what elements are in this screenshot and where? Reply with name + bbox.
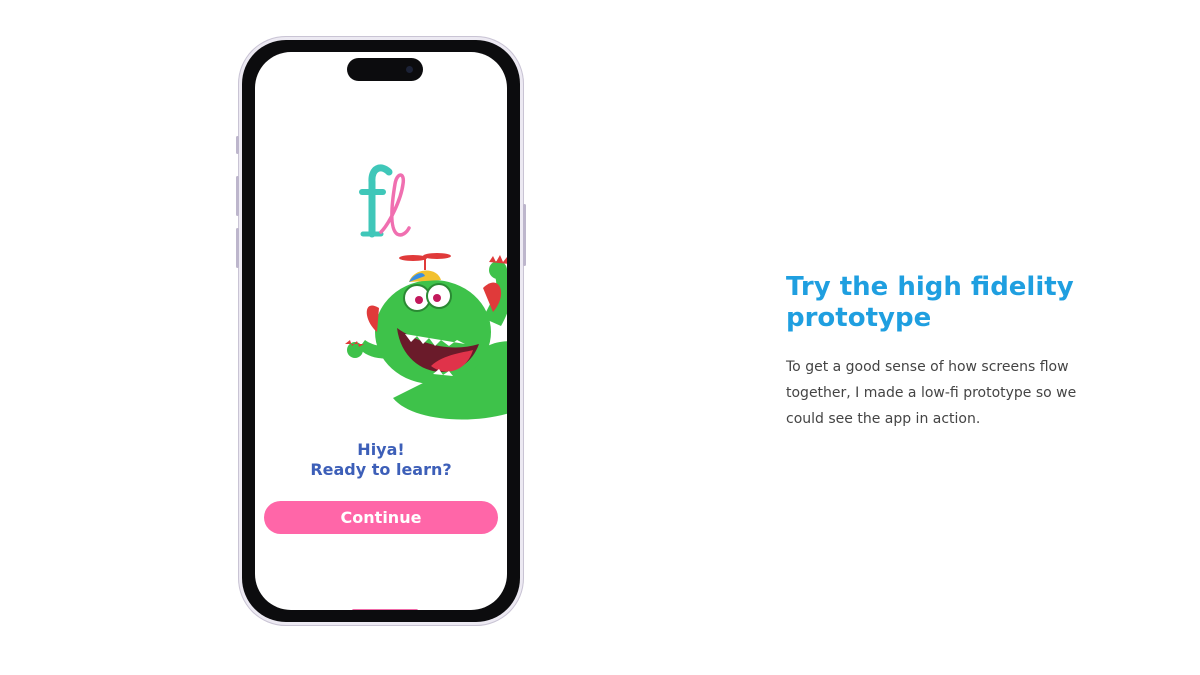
greeting-line-1: Hiya! bbox=[357, 440, 405, 459]
power-button bbox=[523, 204, 526, 266]
section-body: To get a good sense of how screens flow … bbox=[786, 359, 1077, 427]
silent-switch bbox=[236, 136, 239, 154]
section-heading: Try the high fidelity prototype bbox=[786, 272, 1074, 333]
fl-logo-icon bbox=[359, 164, 411, 238]
continue-button[interactable]: Continue bbox=[264, 501, 498, 534]
phone-mockup: Hiya! Ready to learn? Continue bbox=[236, 36, 526, 626]
dynamic-island bbox=[347, 58, 423, 81]
home-indicator[interactable] bbox=[352, 609, 418, 610]
greeting-text: Hiya! Ready to learn? bbox=[255, 440, 507, 480]
prototype-description: Try the high fidelity prototype To get a… bbox=[786, 272, 1096, 432]
volume-up-button bbox=[236, 176, 239, 216]
app-screen: Hiya! Ready to learn? Continue bbox=[255, 52, 507, 610]
camera-icon bbox=[406, 66, 413, 73]
volume-down-button bbox=[236, 228, 239, 268]
greeting-line-2: Ready to learn? bbox=[310, 460, 452, 479]
green-monster-illustration-icon bbox=[333, 248, 507, 428]
phone-bezel: Hiya! Ready to learn? Continue bbox=[242, 40, 520, 622]
